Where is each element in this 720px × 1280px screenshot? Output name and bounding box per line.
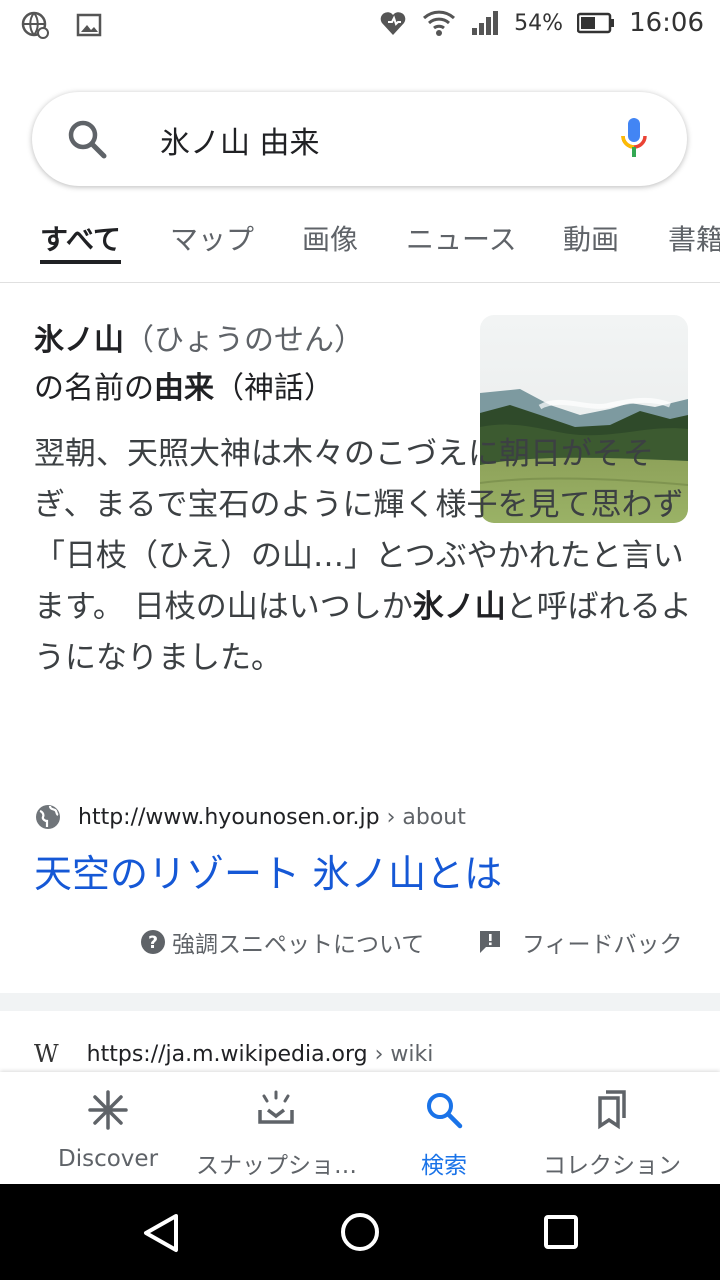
snapshot-icon: [258, 1090, 294, 1124]
svg-text:?: ?: [148, 933, 158, 953]
next-result-source[interactable]: W https://ja.m.wikipedia.org › wiki: [34, 1040, 433, 1068]
clock: 16:06: [629, 8, 704, 38]
tab-news[interactable]: ニュース: [406, 218, 517, 258]
home-icon[interactable]: [340, 1212, 380, 1256]
signal-icon: [470, 10, 500, 36]
discover-asterisk-icon: [88, 1090, 128, 1130]
source-url: http://www.hyounosen.or.jp: [78, 804, 380, 830]
battery-percent: 54%: [514, 10, 564, 36]
feedback-button[interactable]: フィードバック: [478, 925, 683, 959]
snippet-text: 翌朝、天照大神は木々のこづえに朝日がそそぎ、まるで宝石のように輝く様子を見て思わ…: [34, 429, 694, 684]
search-icon[interactable]: [66, 118, 108, 164]
tab-maps[interactable]: マップ: [170, 218, 254, 258]
nav-snapshot-label: スナップショ…: [196, 1153, 357, 1179]
heart-health-icon: [378, 8, 408, 38]
about-snippets-button[interactable]: ? 強調スニペットについて: [140, 925, 424, 959]
snippet-heading: 氷ノ山（ひょうのせん） の名前の由来（神話）: [34, 317, 454, 413]
vpn-globe-icon: [20, 10, 50, 40]
source-breadcrumb: › about: [379, 804, 466, 830]
recents-icon[interactable]: [543, 1214, 579, 1254]
search-bar[interactable]: 氷ノ山 由来: [32, 92, 687, 186]
search-input[interactable]: 氷ノ山 由来: [160, 118, 320, 162]
heading-line2-b: （神話）: [214, 371, 334, 406]
about-snippets-label: 強調スニペットについて: [172, 932, 425, 958]
nav-collections-label: コレクション: [543, 1153, 681, 1179]
system-navigation-bar: [0, 1184, 720, 1280]
wifi-icon: [422, 8, 456, 38]
bottom-navigation: Discover スナップショ… 検索 コレクション: [0, 1072, 720, 1184]
microphone-icon[interactable]: [619, 116, 649, 166]
nav-discover[interactable]: Discover: [58, 1088, 158, 1172]
active-tab-indicator: [40, 260, 121, 264]
wikipedia-icon: W: [34, 1040, 59, 1068]
search-nav-icon: [427, 1093, 463, 1129]
feedback-label: フィードバック: [522, 932, 683, 958]
heading-bold-term: 氷ノ山: [34, 323, 124, 358]
result-title-text[interactable]: 天空のリゾート 氷ノ山とは: [34, 852, 502, 896]
globe-icon: [34, 803, 62, 831]
back-icon[interactable]: [142, 1212, 180, 1258]
battery-icon: [577, 12, 615, 34]
status-bar: 54% 16:06: [0, 0, 720, 50]
snippet-source[interactable]: http://www.hyounosen.or.jp › about: [34, 803, 466, 831]
feedback-icon: [478, 929, 502, 955]
tab-books[interactable]: 書籍: [668, 218, 720, 258]
nav-search[interactable]: 検索: [404, 1088, 484, 1180]
result-title-link[interactable]: 天空のリゾート 氷ノ山とは: [34, 843, 502, 898]
heading-line2-a: の名前の: [34, 371, 154, 406]
heading-line2-bold: 由来: [154, 371, 214, 406]
help-icon: ?: [140, 929, 166, 955]
tab-videos[interactable]: 動画: [563, 218, 619, 258]
nav-collections[interactable]: コレクション: [540, 1088, 684, 1180]
nav-discover-label: Discover: [58, 1146, 159, 1172]
snippet-body-bold: 氷ノ山: [412, 589, 506, 625]
heading-reading: （ひょうのせん）: [124, 323, 364, 358]
tab-images[interactable]: 画像: [302, 218, 358, 258]
next-result-breadcrumb: › wiki: [367, 1041, 434, 1067]
next-result-url: https://ja.m.wikipedia.org: [86, 1041, 368, 1067]
nav-search-label: 検索: [421, 1153, 467, 1179]
collections-bookmark-icon: [598, 1090, 626, 1130]
tab-all[interactable]: すべて: [40, 218, 121, 258]
featured-snippet: 氷ノ山（ひょうのせん） の名前の由来（神話） 翌朝、天照大神は木々のこづえに朝日…: [0, 285, 720, 993]
result-divider: [0, 993, 720, 1011]
image-icon: [76, 10, 102, 40]
search-tabs: すべて マップ 画像 ニュース 動画 書籍: [0, 212, 720, 283]
nav-snapshot[interactable]: スナップショ…: [196, 1088, 357, 1180]
